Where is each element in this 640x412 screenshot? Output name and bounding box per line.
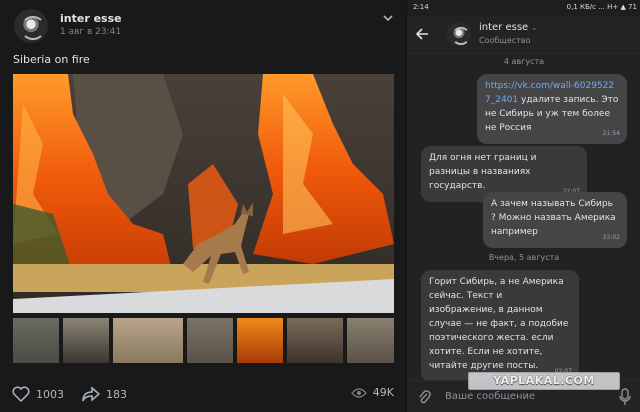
like-count: 1003	[36, 387, 64, 401]
thumbnail[interactable]	[237, 318, 283, 363]
message-out[interactable]: А зачем называть Сибирь ? Можно назвать …	[483, 192, 627, 248]
post-text: Siberia on fire	[13, 53, 90, 66]
chat-name: inter esse	[479, 22, 529, 33]
date-separator: 4 августа	[503, 57, 545, 66]
paperclip-icon[interactable]	[417, 389, 431, 405]
chat-avatar[interactable]	[447, 22, 471, 46]
message-text: Горит Сибирь, а не Америка сейчас. Текст…	[429, 277, 569, 371]
message-text: А зачем называть Сибирь ? Можно назвать …	[491, 199, 616, 237]
status-indicators: 0,1 КБ/с ... H+ ▲ 71	[566, 3, 637, 11]
post-date[interactable]: 1 авг в 23:41	[60, 27, 121, 37]
message-input[interactable]: Ваше сообщение	[445, 391, 535, 402]
status-time: 2:14	[413, 3, 429, 11]
author-avatar[interactable]	[14, 9, 48, 43]
view-count: 49K	[372, 386, 394, 399]
thumbnail[interactable]	[13, 318, 59, 363]
thumbnail[interactable]	[187, 318, 233, 363]
chevron-down-icon[interactable]	[382, 12, 394, 24]
back-arrow-icon[interactable]	[415, 27, 429, 41]
share-count: 183	[106, 387, 127, 401]
thumbnail[interactable]	[287, 318, 343, 363]
chat-title[interactable]: inter esse ⌄	[479, 22, 537, 33]
share-icon	[82, 386, 100, 402]
post-actions: 1003 183 49K	[0, 386, 406, 408]
eye-icon	[350, 387, 367, 398]
wildfire-photo[interactable]	[13, 74, 394, 313]
chat-header: inter esse ⌄ Сообщество	[407, 16, 640, 54]
microphone-icon[interactable]	[619, 388, 631, 406]
like-button[interactable]: 1003	[12, 386, 64, 402]
views-counter: 49K	[350, 386, 394, 399]
thumbnail-strip	[13, 318, 394, 363]
chat-subtitle: Сообщество	[479, 36, 531, 45]
message-text: Для огня нет границ и разницы в названия…	[429, 153, 537, 191]
heart-icon	[12, 386, 30, 402]
status-bar: 2:14 0,1 КБ/с ... H+ ▲ 71	[407, 0, 640, 16]
post-author[interactable]: inter esse	[60, 12, 122, 25]
thumbnail[interactable]	[63, 318, 109, 363]
chevron-down-icon: ⌄	[531, 24, 538, 32]
thumbnail[interactable]	[347, 318, 394, 363]
message-in[interactable]: Горит Сибирь, а не Америка сейчас. Текст…	[421, 270, 579, 382]
post-panel: inter esse 1 авг в 23:41 Siberia on fire	[0, 0, 406, 412]
message-time: 21:54	[602, 130, 620, 137]
chat-panel: 2:14 0,1 КБ/с ... H+ ▲ 71 inter esse ⌄ С…	[406, 0, 640, 412]
thumbnail[interactable]	[113, 318, 183, 363]
message-time: 23:02	[602, 234, 620, 241]
message-out[interactable]: https://vk.com/wall-60295227_2401 удалит…	[477, 74, 627, 144]
share-button[interactable]: 183	[82, 386, 127, 402]
date-separator: Вчера, 5 августа	[488, 253, 560, 262]
watermark-logo: YAPLAKAL.COM	[468, 372, 620, 390]
